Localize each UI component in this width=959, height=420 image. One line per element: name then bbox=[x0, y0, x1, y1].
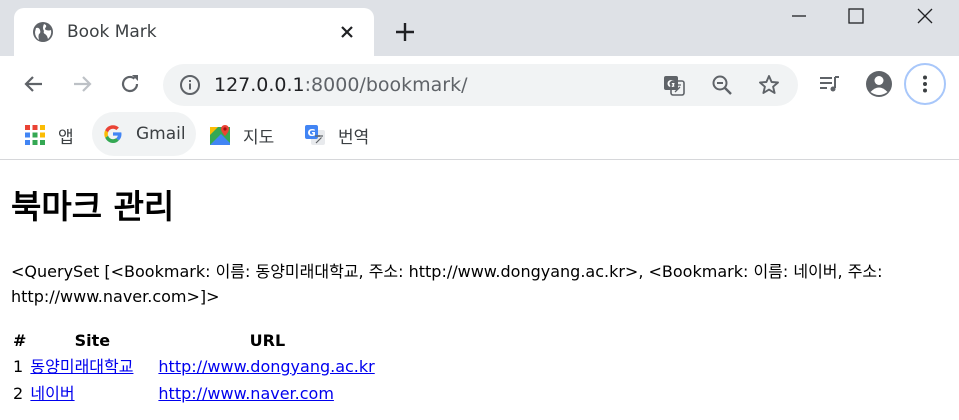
maximize-icon[interactable] bbox=[828, 0, 884, 34]
info-icon[interactable] bbox=[179, 74, 201, 96]
table-row: 1 동양미래대학교 http://www.dongyang.ac.kr bbox=[12, 354, 377, 379]
bookmark-label: Gmail bbox=[136, 124, 186, 144]
window-close-icon[interactable] bbox=[897, 0, 953, 34]
header-num: # bbox=[13, 331, 27, 350]
bookmarks-bar: 앱 Gmail 지도 G 번역 bbox=[0, 112, 959, 160]
browser-toolbar: 127.0.0.1:8000/bookmark/ G bbox=[0, 56, 959, 112]
star-bookmark-icon[interactable] bbox=[757, 73, 781, 97]
minimize-icon[interactable] bbox=[771, 0, 827, 34]
bookmark-label: 앱 bbox=[58, 127, 74, 148]
site-link[interactable]: 동양미래대학교 bbox=[30, 357, 133, 376]
globe-icon bbox=[33, 22, 53, 42]
page-heading: 북마크 관리 bbox=[11, 187, 175, 226]
site-link[interactable]: 네이버 bbox=[30, 384, 74, 403]
apps-grid-icon bbox=[25, 125, 45, 145]
url-path: :8000/bookmark/ bbox=[304, 74, 468, 96]
page-content: 북마크 관리 <QuerySet [<Bookmark: 이름: 동양미래대학교… bbox=[0, 161, 959, 420]
translate-icon: G bbox=[305, 125, 325, 145]
google-g-icon bbox=[104, 125, 122, 143]
queryset-text: <QuerySet [<Bookmark: 이름: 동양미래대학교, 주소: h… bbox=[11, 262, 883, 306]
chrome-menu-button[interactable] bbox=[904, 63, 946, 105]
tab-title: Book Mark bbox=[67, 22, 157, 42]
site-cell: 동양미래대학교 bbox=[29, 354, 155, 379]
bookmark-gmail[interactable]: Gmail bbox=[92, 112, 196, 156]
row-number: 1 bbox=[13, 357, 24, 376]
url-host: 127.0.0.1 bbox=[214, 74, 305, 96]
title-bar: Book Mark bbox=[0, 0, 959, 56]
forward-arrow-icon[interactable] bbox=[70, 72, 94, 96]
translate-page-icon[interactable]: G bbox=[662, 73, 686, 97]
three-dots-vertical-icon bbox=[923, 75, 927, 93]
tab-active[interactable]: Book Mark bbox=[14, 8, 374, 56]
bookmark-apps[interactable]: 앱 bbox=[24, 120, 74, 150]
bookmark-translate[interactable]: G 번역 bbox=[304, 120, 369, 150]
maps-icon bbox=[210, 125, 230, 145]
header-url: URL bbox=[249, 331, 286, 350]
profile-avatar-icon[interactable] bbox=[865, 70, 893, 98]
header-site: Site bbox=[74, 331, 111, 350]
table-header-row: # Site URL bbox=[12, 329, 377, 352]
bookmark-table: # Site URL 1 동양미래대학교 http://www.dongyang… bbox=[10, 327, 379, 408]
url-link[interactable]: http://www.naver.com bbox=[158, 384, 334, 403]
url-link[interactable]: http://www.dongyang.ac.kr bbox=[158, 357, 374, 376]
svg-text:G: G bbox=[308, 128, 316, 139]
zoom-out-icon[interactable] bbox=[710, 73, 734, 97]
row-number: 2 bbox=[13, 384, 24, 403]
reload-icon[interactable] bbox=[118, 72, 142, 96]
new-tab-plus-icon[interactable] bbox=[393, 20, 417, 44]
url-text[interactable]: 127.0.0.1:8000/bookmark/ bbox=[214, 73, 468, 97]
address-bar[interactable]: 127.0.0.1:8000/bookmark/ G bbox=[163, 64, 798, 106]
bookmark-label: 번역 bbox=[338, 127, 370, 148]
close-icon[interactable] bbox=[336, 21, 358, 43]
url-cell: http://www.naver.com bbox=[157, 381, 377, 406]
media-queue-icon[interactable] bbox=[817, 72, 841, 96]
table-row: 2 네이버 http://www.naver.com bbox=[12, 381, 377, 406]
url-cell: http://www.dongyang.ac.kr bbox=[157, 354, 377, 379]
bookmark-maps[interactable]: 지도 bbox=[209, 120, 274, 150]
bookmark-label: 지도 bbox=[243, 127, 275, 148]
back-arrow-icon[interactable] bbox=[22, 72, 46, 96]
site-cell: 네이버 bbox=[29, 381, 155, 406]
